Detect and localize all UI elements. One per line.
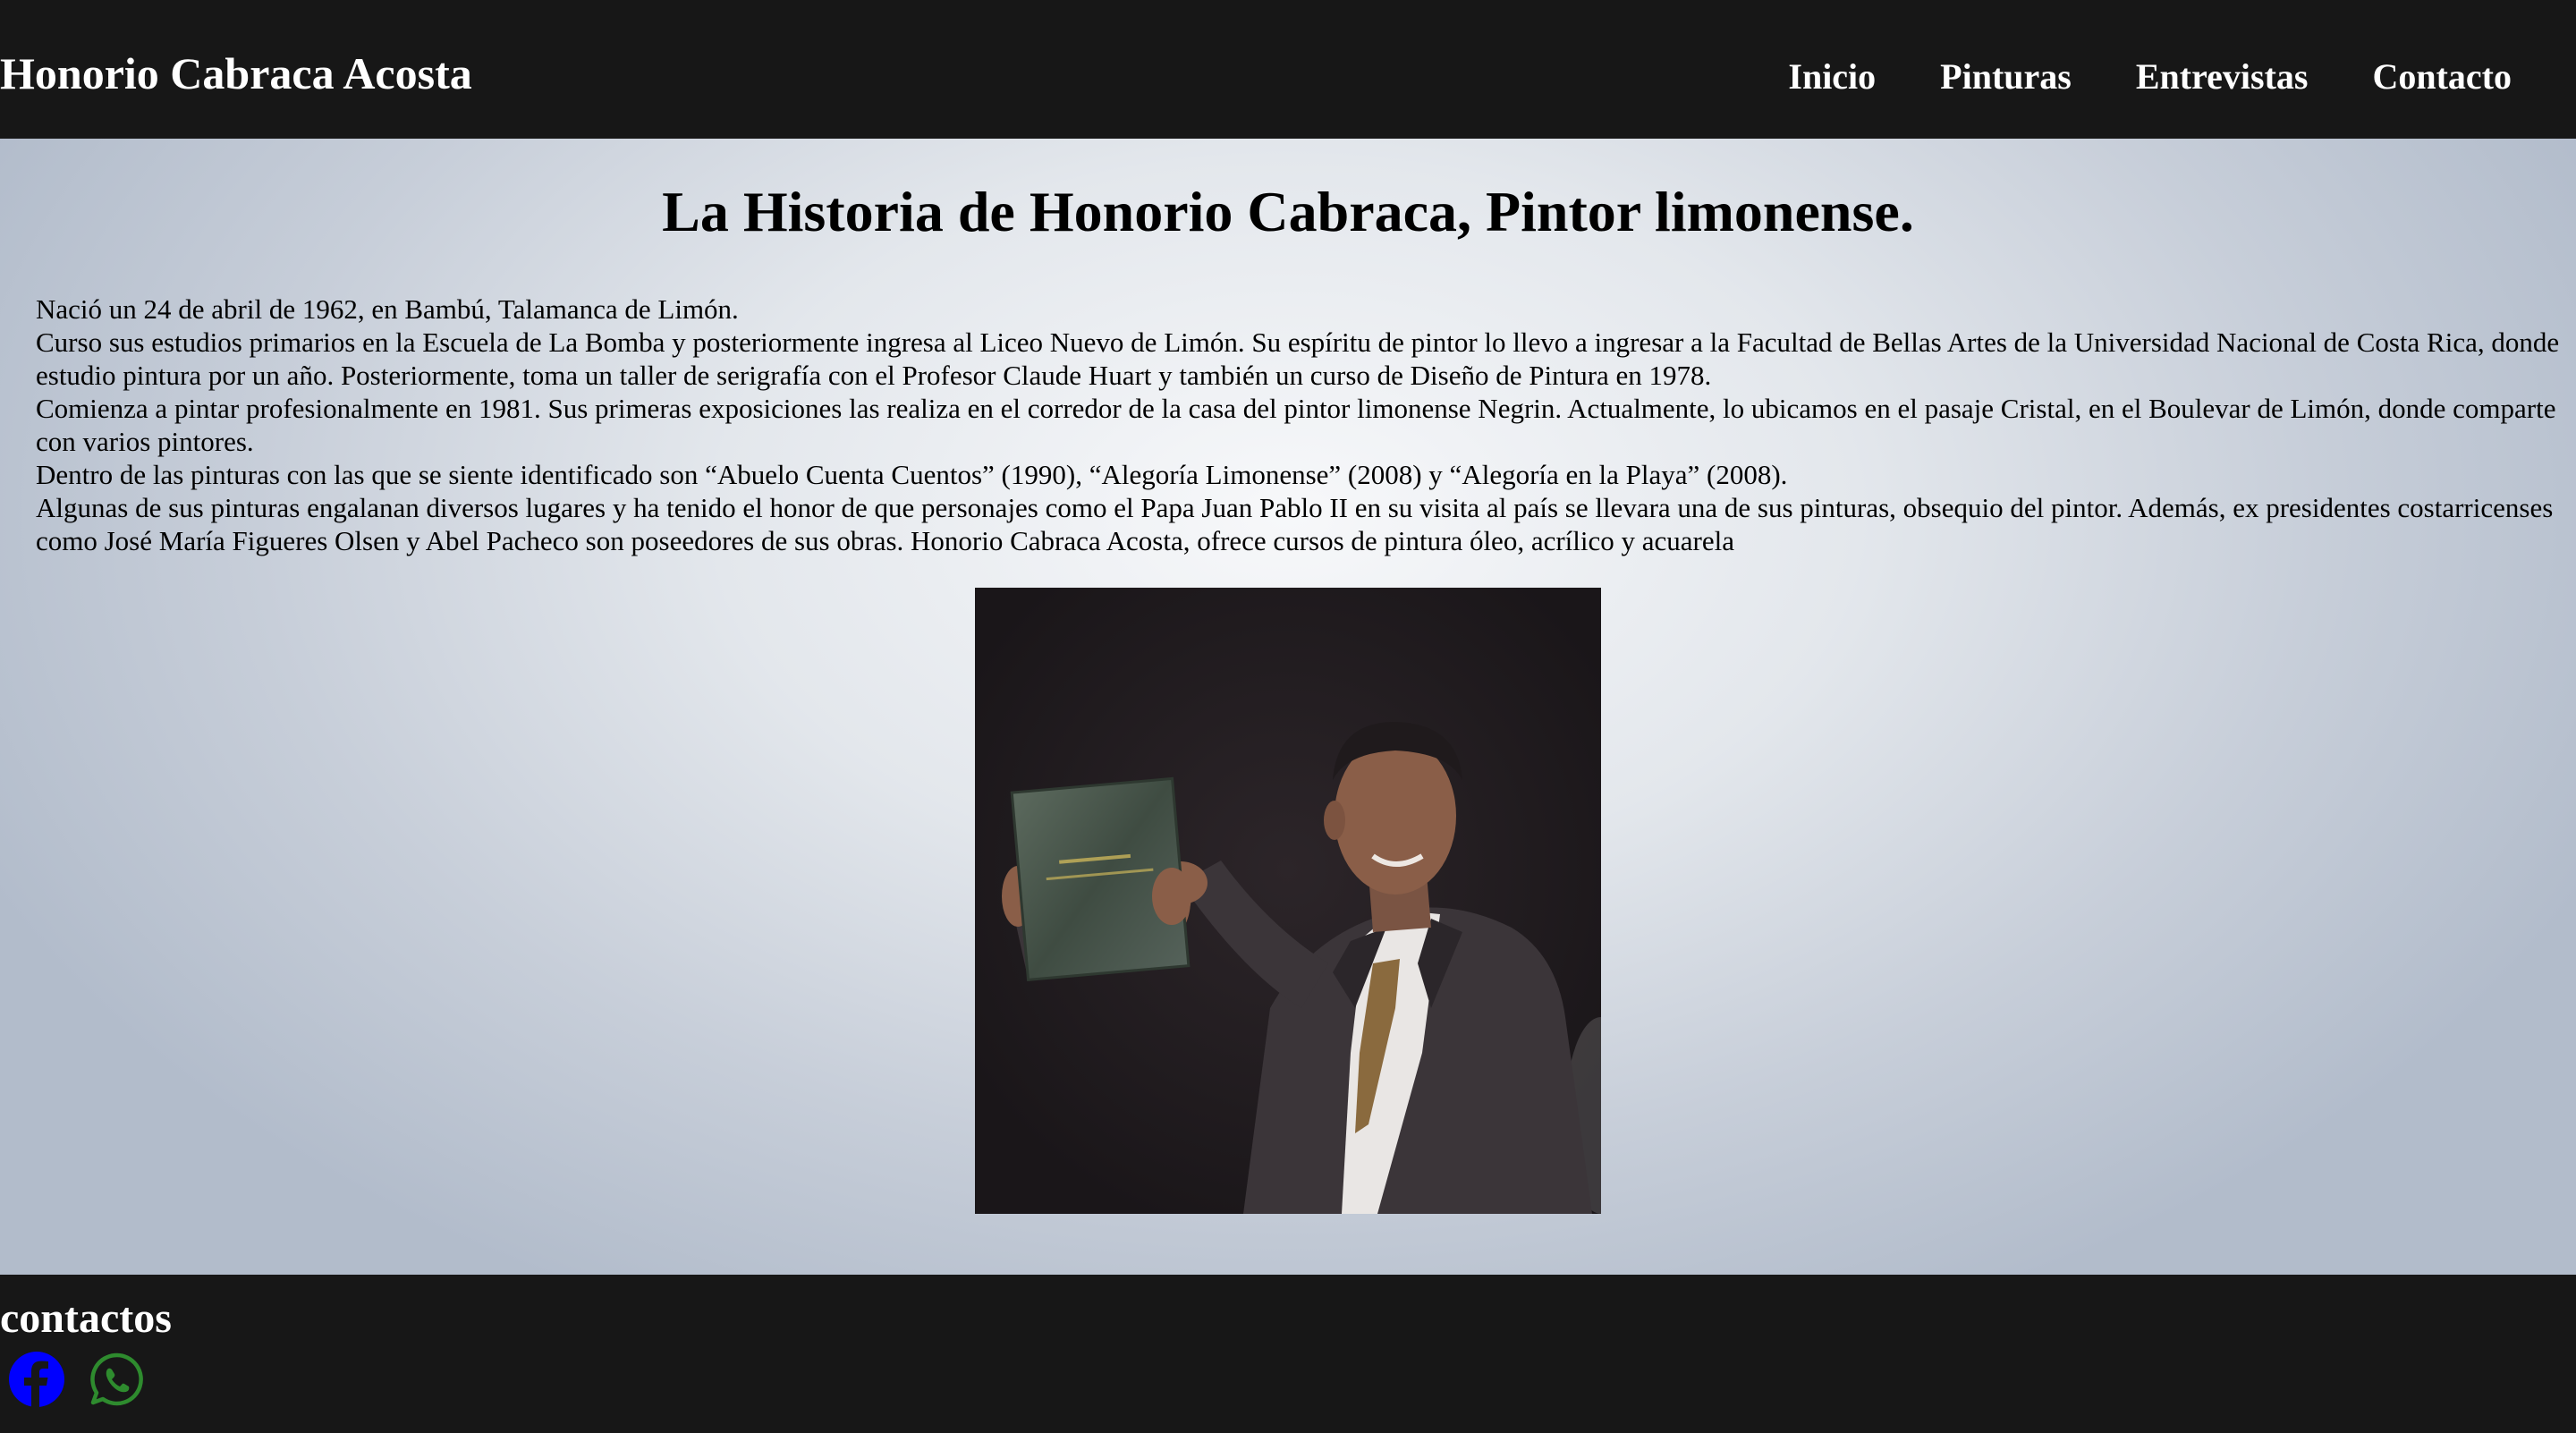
bio-paragraph: Nació un 24 de abril de 1962, en Bambú, … bbox=[36, 293, 739, 325]
painter-photo bbox=[975, 588, 1601, 1214]
whatsapp-link[interactable] bbox=[88, 1350, 147, 1409]
biography-text: Nació un 24 de abril de 1962, en Bambú, … bbox=[36, 293, 2563, 557]
facebook-link[interactable] bbox=[7, 1350, 66, 1409]
whatsapp-icon bbox=[90, 1352, 143, 1406]
nav-item-inicio[interactable]: Inicio bbox=[1788, 50, 1876, 104]
site-header: Honorio Cabraca Acosta Inicio Pinturas E… bbox=[0, 0, 2576, 139]
main-nav: Inicio Pinturas Entrevistas Contacto bbox=[1788, 50, 2512, 104]
facebook-icon bbox=[9, 1352, 64, 1407]
painter-photo-illustration bbox=[975, 588, 1601, 1214]
nav-item-contacto[interactable]: Contacto bbox=[2372, 50, 2512, 104]
main-content: La Historia de Honorio Cabraca, Pintor l… bbox=[0, 139, 2576, 1275]
site-brand[interactable]: Honorio Cabraca Acosta bbox=[0, 47, 472, 100]
bio-paragraph: Algunas de sus pinturas engalanan divers… bbox=[36, 492, 2554, 556]
page-title: La Historia de Honorio Cabraca, Pintor l… bbox=[662, 180, 1914, 243]
site-footer: contactos bbox=[0, 1275, 2576, 1433]
nav-item-pinturas[interactable]: Pinturas bbox=[1940, 50, 2072, 104]
footer-title: contactos bbox=[0, 1294, 172, 1342]
nav-item-entrevistas[interactable]: Entrevistas bbox=[2136, 50, 2309, 104]
bio-paragraph: Dentro de las pinturas con las que se si… bbox=[36, 459, 1788, 490]
social-links bbox=[7, 1350, 147, 1409]
bio-paragraph: Curso sus estudios primarios en la Escue… bbox=[36, 326, 2560, 391]
bio-paragraph: Comienza a pintar profesionalmente en 19… bbox=[36, 393, 2556, 457]
